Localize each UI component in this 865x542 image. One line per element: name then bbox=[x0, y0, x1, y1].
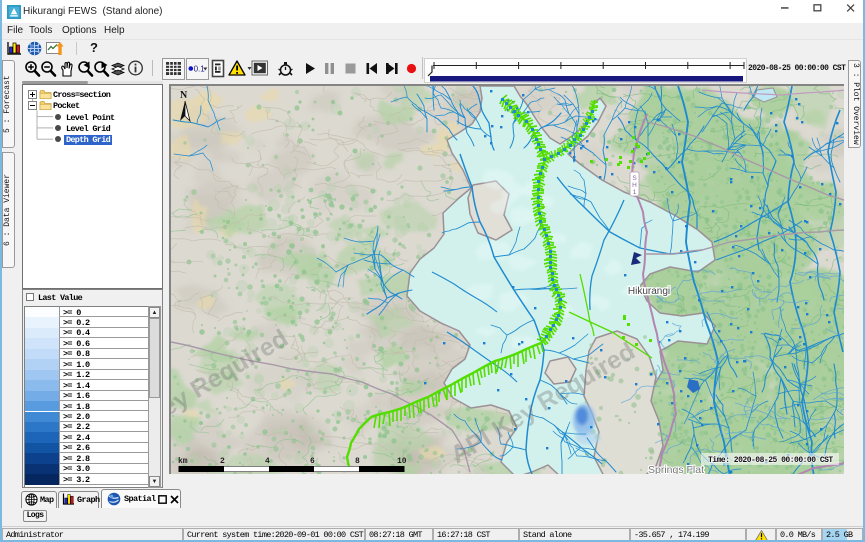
svg-text:4: 4 bbox=[265, 457, 270, 466]
svg-text:S: S bbox=[632, 175, 637, 182]
svg-text:H: H bbox=[632, 182, 637, 189]
svg-text:6: 6 bbox=[310, 457, 315, 466]
svg-text:Time: 2020-08-25 00:00:00 CST: Time: 2020-08-25 00:00:00 CST bbox=[708, 456, 833, 465]
svg-text:km: km bbox=[178, 457, 188, 466]
svg-text:N: N bbox=[180, 90, 188, 101]
svg-text:8: 8 bbox=[355, 457, 360, 466]
svg-text:10: 10 bbox=[397, 457, 407, 466]
svg-text:Springs Flat: Springs Flat bbox=[648, 464, 704, 474]
svg-text:2: 2 bbox=[220, 457, 225, 466]
svg-text:Hikurangi: Hikurangi bbox=[628, 286, 670, 297]
svg-text:1: 1 bbox=[633, 189, 637, 196]
